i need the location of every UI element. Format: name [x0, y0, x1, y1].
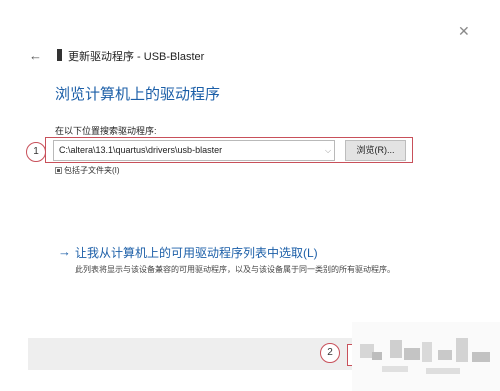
include-subfolders-checkbox[interactable] [55, 167, 62, 174]
search-location-label: 在以下位置搜索驱动程序: [55, 126, 157, 136]
back-arrow-icon[interactable]: ← [29, 49, 42, 63]
browse-button[interactable]: 浏览(R)... [345, 140, 406, 161]
arrow-right-icon: → [58, 244, 71, 259]
callout-marker-1: 1 [26, 142, 46, 162]
close-icon[interactable]: ✕ [458, 24, 472, 38]
pick-from-list-link[interactable]: 让我从计算机上的可用驱动程序列表中选取(L) [75, 244, 318, 261]
include-subfolders-label: 包括子文件夹(I) [64, 166, 120, 175]
chevron-down-icon[interactable]: ⌵ [325, 140, 331, 161]
device-icon [57, 49, 62, 61]
watermark-noise [352, 322, 500, 391]
pick-from-list-description: 此列表将显示与该设备兼容的可用驱动程序，以及与该设备属于同一类别的所有驱动程序。 [75, 265, 395, 274]
page-title: 浏览计算机上的驱动程序 [55, 86, 221, 103]
driver-path-input[interactable]: C:\altera\13.1\quartus\drivers\usb-blast… [53, 140, 335, 161]
callout-marker-2: 2 [320, 343, 340, 363]
window-title: 更新驱动程序 - USB-Blaster [68, 51, 205, 63]
